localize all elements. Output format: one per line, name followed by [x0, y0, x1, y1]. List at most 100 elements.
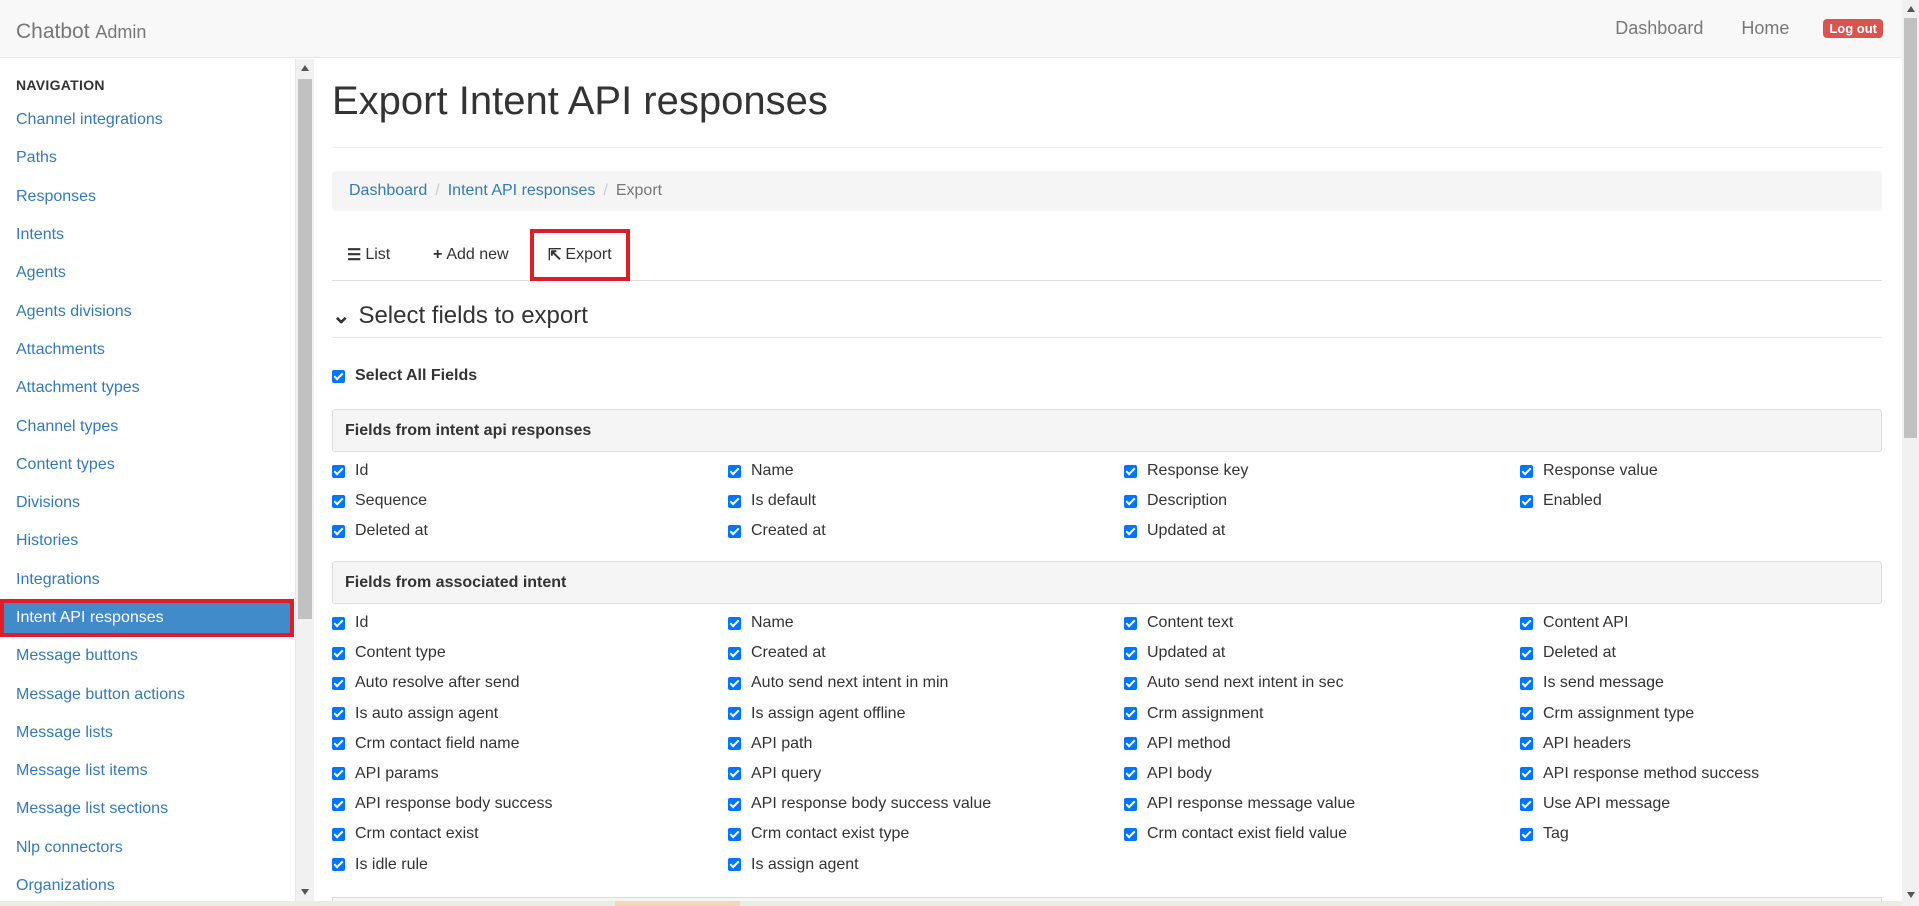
field-option[interactable]: Crm contact field name	[332, 729, 520, 759]
sidebar-item-message-list-items[interactable]: Message list items	[0, 752, 294, 790]
scroll-down-arrow-icon[interactable]	[301, 889, 309, 895]
field-checkbox[interactable]	[332, 797, 345, 811]
field-checkbox[interactable]	[1520, 676, 1533, 690]
field-checkbox[interactable]	[1124, 616, 1137, 630]
field-option[interactable]: API params	[332, 759, 439, 789]
field-option[interactable]: Use API message	[1520, 789, 1670, 819]
logout-button[interactable]: Log out	[1823, 19, 1883, 38]
field-option[interactable]: API body	[1124, 759, 1212, 789]
field-checkbox[interactable]	[1520, 737, 1533, 751]
field-checkbox[interactable]	[1124, 707, 1137, 721]
sidebar-item-message-lists[interactable]: Message lists	[0, 714, 294, 752]
nav-home-link[interactable]: Home	[1741, 18, 1789, 39]
field-checkbox[interactable]	[332, 494, 345, 508]
field-checkbox[interactable]	[1124, 827, 1137, 841]
sidebar-item-histories[interactable]: Histories	[0, 522, 294, 560]
field-option[interactable]: Auto send next intent in min	[728, 668, 948, 698]
section-header[interactable]: ⌄ Select fields to export	[332, 303, 1882, 338]
sidebar-item-intents[interactable]: Intents	[0, 216, 294, 254]
sidebar-item-channel-types[interactable]: Channel types	[0, 407, 294, 445]
scroll-up-arrow-icon[interactable]	[1907, 6, 1915, 12]
page-scrollbar[interactable]	[1902, 0, 1919, 906]
sidebar-item-agents-divisions[interactable]: Agents divisions	[0, 292, 294, 330]
field-option[interactable]: Response value	[1520, 456, 1658, 486]
sidebar-item-attachments[interactable]: Attachments	[0, 331, 294, 369]
sidebar-item-message-list-sections[interactable]: Message list sections	[0, 790, 294, 828]
field-checkbox[interactable]	[332, 707, 345, 721]
sidebar-item-nlp-connectors[interactable]: Nlp connectors	[0, 829, 294, 867]
field-option[interactable]: Deleted at	[1520, 638, 1616, 668]
brand[interactable]: Chatbot Admin	[16, 20, 146, 44]
field-checkbox[interactable]	[728, 464, 741, 478]
field-checkbox[interactable]	[332, 676, 345, 690]
field-checkbox[interactable]	[1520, 616, 1533, 630]
field-option[interactable]: Content text	[1124, 608, 1233, 638]
field-checkbox[interactable]	[332, 646, 345, 660]
field-checkbox[interactable]	[332, 827, 345, 841]
field-option[interactable]: Enabled	[1520, 486, 1602, 516]
scroll-down-arrow-icon[interactable]	[1907, 892, 1915, 898]
field-checkbox[interactable]	[728, 797, 741, 811]
field-option[interactable]: Name	[728, 456, 794, 486]
field-option[interactable]: Created at	[728, 516, 826, 546]
field-option[interactable]: Sequence	[332, 486, 427, 516]
sidebar-item-integrations[interactable]: Integrations	[0, 561, 294, 599]
field-checkbox[interactable]	[728, 646, 741, 660]
field-checkbox[interactable]	[1520, 707, 1533, 721]
field-option[interactable]: Tag	[1520, 819, 1569, 849]
sidebar-item-message-button-actions[interactable]: Message button actions	[0, 675, 294, 713]
field-option[interactable]: API method	[1124, 729, 1231, 759]
select-all-fields[interactable]: Select All Fields	[332, 367, 477, 385]
tab-export[interactable]: ⇱ Export	[530, 229, 630, 281]
nav-dashboard-link[interactable]: Dashboard	[1615, 18, 1703, 39]
field-checkbox[interactable]	[1520, 767, 1533, 781]
sidebar-item-organizations[interactable]: Organizations	[0, 867, 294, 901]
field-checkbox[interactable]	[1520, 494, 1533, 508]
tab-add-new[interactable]: + Add new	[433, 229, 509, 281]
sidebar-scrollbar[interactable]	[296, 59, 314, 901]
tab-list[interactable]: ☰ List	[347, 229, 390, 281]
field-option[interactable]: Deleted at	[332, 516, 428, 546]
sidebar-item-paths[interactable]: Paths	[0, 139, 294, 177]
field-checkbox[interactable]	[1520, 464, 1533, 478]
page-scroll-thumb[interactable]	[1904, 18, 1917, 438]
sidebar-scroll-thumb[interactable]	[298, 79, 312, 619]
field-checkbox[interactable]	[1124, 767, 1137, 781]
field-checkbox[interactable]	[728, 524, 741, 538]
field-option[interactable]: Crm contact exist type	[728, 819, 909, 849]
field-option[interactable]: Updated at	[1124, 638, 1225, 668]
field-checkbox[interactable]	[728, 494, 741, 508]
breadcrumb-intent-api-responses[interactable]: Intent API responses	[448, 182, 596, 200]
sidebar-item-attachment-types[interactable]: Attachment types	[0, 369, 294, 407]
field-option[interactable]: Is assign agent	[728, 850, 859, 880]
field-checkbox[interactable]	[1124, 524, 1137, 538]
sidebar-item-divisions[interactable]: Divisions	[0, 484, 294, 522]
field-checkbox[interactable]	[728, 858, 741, 871]
sidebar-item-content-types[interactable]: Content types	[0, 446, 294, 484]
scroll-up-arrow-icon[interactable]	[301, 65, 309, 71]
field-checkbox[interactable]	[1124, 737, 1137, 751]
field-option[interactable]: Content type	[332, 638, 446, 668]
field-option[interactable]: Name	[728, 608, 794, 638]
field-option[interactable]: Updated at	[1124, 516, 1225, 546]
field-checkbox[interactable]	[332, 524, 345, 538]
field-option[interactable]: Is assign agent offline	[728, 699, 905, 729]
field-option[interactable]: API response message value	[1124, 789, 1355, 819]
field-option[interactable]: Crm contact exist field value	[1124, 819, 1347, 849]
sidebar-item-responses[interactable]: Responses	[0, 178, 294, 216]
field-option[interactable]: Crm contact exist	[332, 819, 479, 849]
field-option[interactable]: Id	[332, 456, 368, 486]
field-option[interactable]: Is auto assign agent	[332, 699, 498, 729]
field-option[interactable]: Crm assignment	[1124, 699, 1263, 729]
field-checkbox[interactable]	[1124, 797, 1137, 811]
field-option[interactable]: API headers	[1520, 729, 1631, 759]
field-checkbox[interactable]	[728, 707, 741, 721]
field-option[interactable]: Crm assignment type	[1520, 699, 1694, 729]
field-checkbox[interactable]	[332, 464, 345, 478]
field-checkbox[interactable]	[728, 737, 741, 751]
field-option[interactable]: Description	[1124, 486, 1227, 516]
field-option[interactable]: API response method success	[1520, 759, 1759, 789]
field-checkbox[interactable]	[332, 858, 345, 871]
sidebar-item-message-buttons[interactable]: Message buttons	[0, 637, 294, 675]
field-option[interactable]: Is default	[728, 486, 816, 516]
